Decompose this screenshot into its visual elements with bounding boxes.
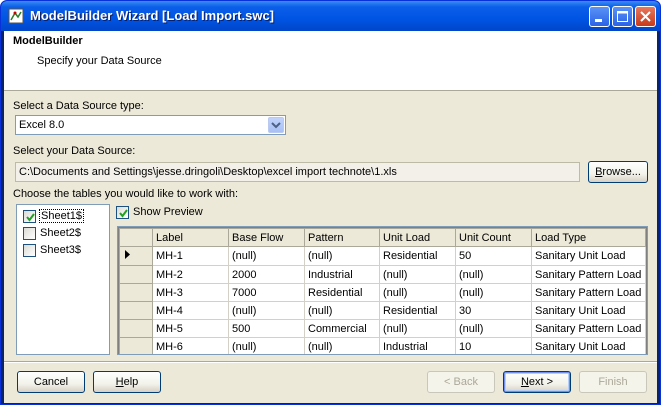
table-cell[interactable]: (null) bbox=[379, 283, 456, 302]
table-cell[interactable]: 50 bbox=[455, 246, 532, 266]
sheet-list[interactable]: Sheet1$ Sheet2$ Sheet3$ bbox=[16, 204, 110, 355]
header-row: Label Base Flow Pattern Unit Load Unit C… bbox=[119, 228, 646, 247]
table-row[interactable]: MH-2 2000 Industrial (null) (null) Sanit… bbox=[119, 265, 646, 284]
table-cell[interactable]: MH-1 bbox=[152, 246, 229, 266]
table-cell[interactable]: Residential bbox=[379, 246, 456, 266]
maximize-button[interactable] bbox=[612, 6, 633, 27]
table-cell[interactable]: 500 bbox=[228, 319, 305, 338]
corner-cell[interactable] bbox=[119, 228, 153, 247]
checkbox-checked-icon[interactable] bbox=[116, 206, 129, 219]
source-label: Select your Data Source: bbox=[13, 145, 136, 157]
table-cell[interactable]: Sanitary Pattern Load bbox=[531, 265, 646, 284]
chevron-down-icon[interactable] bbox=[268, 117, 284, 133]
wizard-window: ModelBuilder Wizard [Load Import.swc] Mo… bbox=[0, 0, 661, 405]
table-cell[interactable]: (null) bbox=[304, 301, 380, 320]
minimize-button[interactable] bbox=[589, 6, 610, 27]
table-cell[interactable]: Industrial bbox=[379, 337, 456, 354]
table-cell[interactable]: Residential bbox=[379, 301, 456, 320]
checkbox-icon[interactable] bbox=[23, 227, 36, 240]
preview-grid[interactable]: Label Base Flow Pattern Unit Load Unit C… bbox=[117, 226, 648, 355]
row-header[interactable] bbox=[119, 301, 153, 320]
column-header[interactable]: Pattern bbox=[304, 228, 380, 247]
table-cell[interactable]: Industrial bbox=[304, 265, 380, 284]
table-cell[interactable]: (null) bbox=[304, 337, 380, 354]
sheet-item-label: Sheet2$ bbox=[40, 227, 81, 239]
column-header[interactable]: Label bbox=[152, 228, 229, 247]
table-cell[interactable]: (null) bbox=[379, 319, 456, 338]
table-cell[interactable]: Sanitary Unit Load bbox=[531, 301, 646, 320]
minimize-icon bbox=[595, 19, 602, 22]
table-cell[interactable]: (null) bbox=[228, 301, 305, 320]
app-icon bbox=[8, 8, 24, 24]
table-cell[interactable]: (null) bbox=[304, 246, 380, 266]
table-cell[interactable]: Sanitary Pattern Load bbox=[531, 283, 646, 302]
table-cell[interactable]: (null) bbox=[455, 319, 532, 338]
next-button[interactable]: Next > bbox=[503, 371, 571, 393]
window-title: ModelBuilder Wizard [Load Import.swc] bbox=[30, 8, 275, 23]
browse-button[interactable]: Browse... bbox=[588, 161, 648, 183]
checkbox-checked-icon[interactable] bbox=[23, 210, 36, 223]
table-cell[interactable]: MH-5 bbox=[152, 319, 229, 338]
page-title: ModelBuilder bbox=[13, 35, 83, 47]
row-header[interactable] bbox=[119, 319, 153, 338]
footer-divider bbox=[4, 361, 657, 363]
table-cell[interactable]: 30 bbox=[455, 301, 532, 320]
table-cell[interactable]: MH-6 bbox=[152, 337, 229, 354]
source-path-value: C:\Documents and Settings\jesse.dringoli… bbox=[19, 166, 397, 178]
cancel-button[interactable]: Cancel bbox=[17, 371, 85, 393]
tables-label: Choose the tables you would like to work… bbox=[13, 188, 239, 200]
finish-button[interactable]: Finish bbox=[579, 371, 647, 393]
table-cell[interactable]: (null) bbox=[455, 265, 532, 284]
maximize-icon bbox=[617, 11, 628, 22]
source-type-dropdown[interactable]: Excel 8.0 bbox=[15, 115, 286, 135]
table-row[interactable]: MH-6 (null) (null) Industrial 10 Sanitar… bbox=[119, 337, 646, 354]
row-header[interactable] bbox=[119, 283, 153, 302]
sheet-item-label: Sheet3$ bbox=[40, 244, 81, 256]
table-row[interactable]: MH-5 500 Commercial (null) (null) Sanita… bbox=[119, 319, 646, 338]
table-row[interactable]: MH-4 (null) (null) Residential 30 Sanita… bbox=[119, 301, 646, 320]
table-cell[interactable]: MH-2 bbox=[152, 265, 229, 284]
current-row-arrow-icon bbox=[125, 250, 130, 259]
table-cell[interactable]: (null) bbox=[379, 265, 456, 284]
table-cell[interactable]: MH-4 bbox=[152, 301, 229, 320]
title-bar[interactable]: ModelBuilder Wizard [Load Import.swc] bbox=[1, 1, 660, 31]
table-cell[interactable]: Commercial bbox=[304, 319, 380, 338]
back-button[interactable]: < Back bbox=[427, 371, 495, 393]
row-header[interactable] bbox=[119, 337, 153, 354]
table-cell[interactable]: 10 bbox=[455, 337, 532, 354]
close-icon bbox=[640, 11, 651, 22]
page-subtitle: Specify your Data Source bbox=[37, 55, 162, 67]
column-header[interactable]: Load Type bbox=[531, 228, 646, 247]
checkbox-icon[interactable] bbox=[23, 244, 36, 257]
table-cell[interactable]: Sanitary Unit Load bbox=[531, 337, 646, 354]
table-cell[interactable]: MH-3 bbox=[152, 283, 229, 302]
table-cell[interactable]: Sanitary Unit Load bbox=[531, 246, 646, 266]
table-cell[interactable]: Sanitary Pattern Load bbox=[531, 319, 646, 338]
sheet-item-label: Sheet1$ bbox=[39, 209, 84, 223]
table-row[interactable]: MH-3 7000 Residential (null) (null) Sani… bbox=[119, 283, 646, 302]
table-cell[interactable]: (null) bbox=[455, 283, 532, 302]
wizard-header: ModelBuilder Specify your Data Source bbox=[4, 31, 657, 91]
column-header[interactable]: Base Flow bbox=[228, 228, 305, 247]
help-button[interactable]: Help bbox=[93, 371, 161, 393]
show-preview-label: Show Preview bbox=[133, 206, 203, 218]
table-cell[interactable]: (null) bbox=[228, 246, 305, 266]
table-cell[interactable]: 2000 bbox=[228, 265, 305, 284]
column-header[interactable]: Unit Load bbox=[379, 228, 456, 247]
source-path-field: C:\Documents and Settings\jesse.dringoli… bbox=[15, 162, 580, 182]
row-header[interactable] bbox=[119, 265, 153, 284]
source-type-label: Select a Data Source type: bbox=[13, 100, 144, 112]
table-cell[interactable]: (null) bbox=[228, 337, 305, 354]
close-button[interactable] bbox=[635, 6, 656, 27]
table-row[interactable]: MH-1 (null) (null) Residential 50 Sanita… bbox=[119, 246, 646, 266]
column-header[interactable]: Unit Count bbox=[455, 228, 532, 247]
table-cell[interactable]: Residential bbox=[304, 283, 380, 302]
browse-label-rest: rowse... bbox=[602, 166, 641, 178]
source-type-value: Excel 8.0 bbox=[19, 119, 65, 131]
row-header[interactable] bbox=[119, 246, 153, 266]
dialog-body: ModelBuilder Specify your Data Source Se… bbox=[4, 31, 657, 403]
table-cell[interactable]: 7000 bbox=[228, 283, 305, 302]
